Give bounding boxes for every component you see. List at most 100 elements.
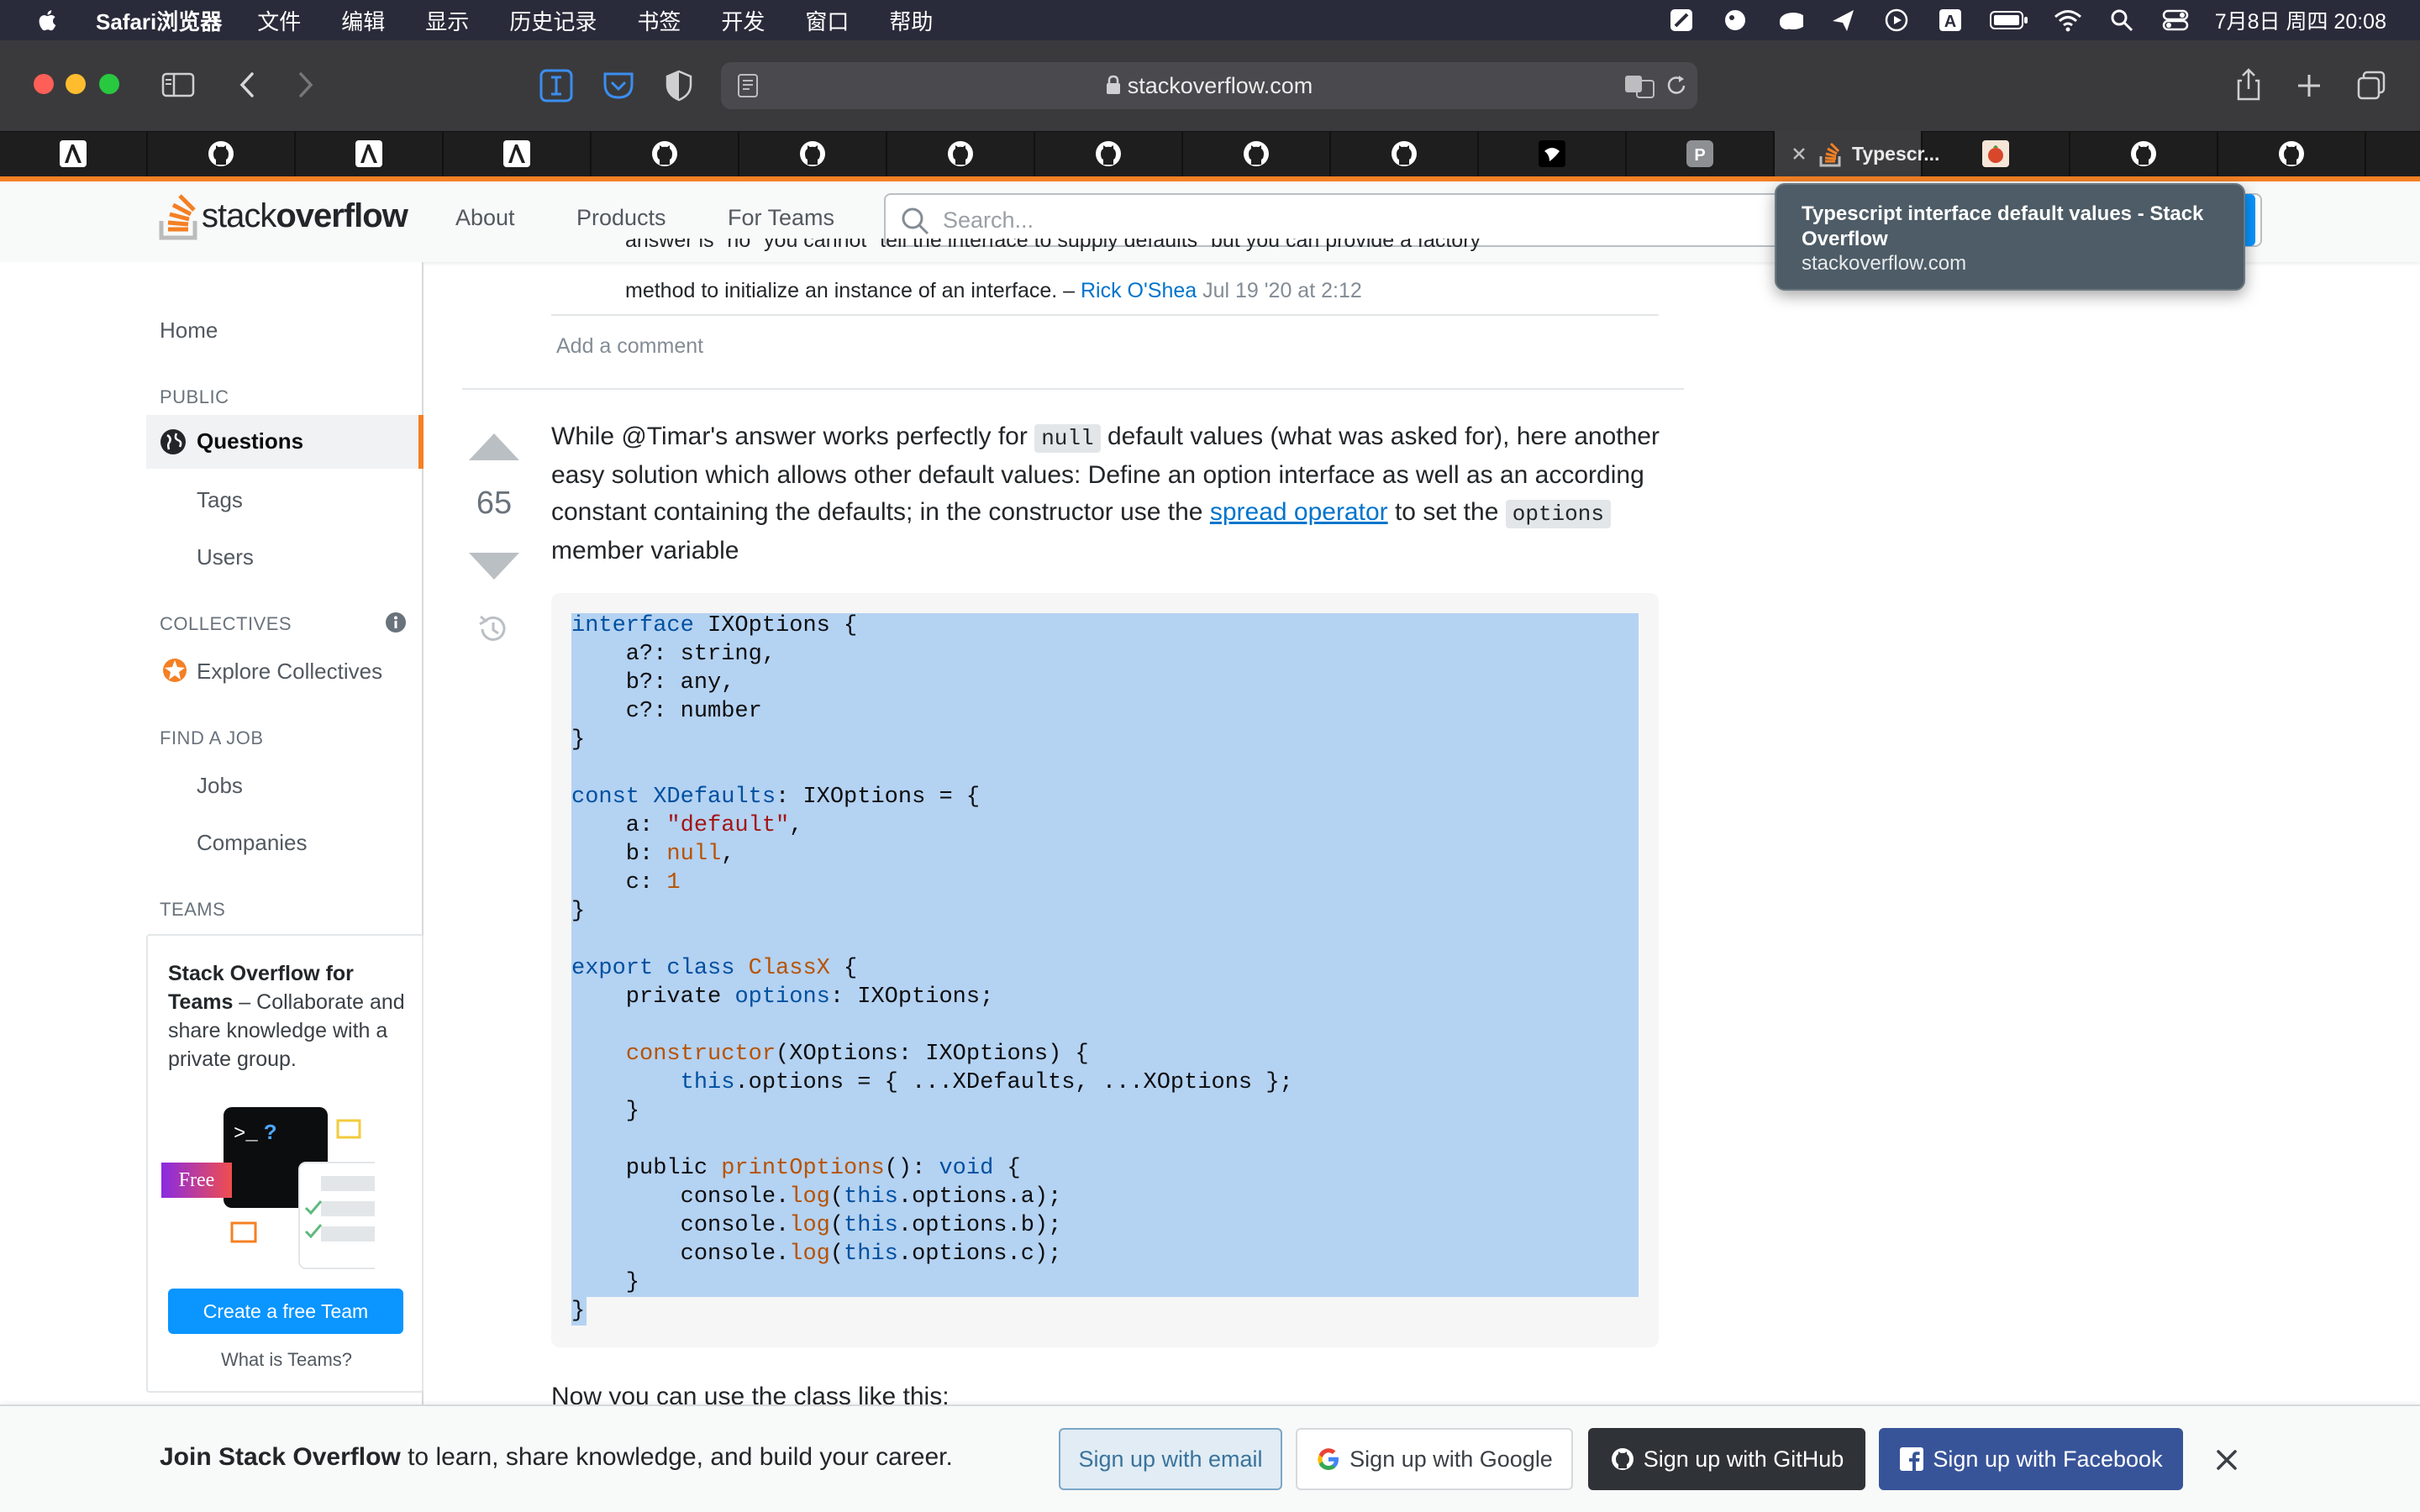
- script-status-icon[interactable]: [1667, 8, 1696, 33]
- back-icon[interactable]: [227, 65, 267, 105]
- reload-icon[interactable]: [1665, 74, 1689, 102]
- github-favicon: [1242, 139, 1270, 168]
- menu-clock[interactable]: 7月8日 周四 20:08: [2215, 5, 2386, 35]
- collectives-icon: [160, 655, 190, 690]
- browser-tab[interactable]: [2218, 131, 2366, 176]
- spotlight-search-icon[interactable]: [2107, 8, 2136, 33]
- info-icon[interactable]: [385, 612, 407, 638]
- input-method-icon[interactable]: A: [1936, 8, 1965, 33]
- tab-close-icon[interactable]: [1791, 146, 1807, 161]
- signup-github-label: Sign up with GitHub: [1643, 1446, 1844, 1472]
- menu-view[interactable]: 显示: [425, 5, 469, 36]
- browser-tab[interactable]: [296, 131, 444, 176]
- send-status-icon[interactable]: [1828, 8, 1857, 33]
- downvote-button[interactable]: [469, 553, 519, 580]
- sidebar-item-tags[interactable]: Tags: [197, 487, 243, 513]
- url-text[interactable]: stackoverflow.com: [1128, 73, 1313, 98]
- sidebar-item-users[interactable]: Users: [197, 544, 254, 570]
- translate-icon[interactable]: [1623, 72, 1657, 103]
- spread-operator-link[interactable]: spread operator: [1210, 498, 1388, 526]
- play-status-icon[interactable]: [1882, 8, 1911, 33]
- pocket-extension-icon[interactable]: [598, 66, 639, 106]
- menu-app-name[interactable]: Safari浏览器: [96, 5, 222, 36]
- menu-history[interactable]: 历史记录: [509, 5, 597, 36]
- github-favicon: [650, 139, 679, 168]
- privacy-shield-icon[interactable]: [659, 66, 699, 106]
- menu-develop[interactable]: 开发: [721, 5, 765, 36]
- new-tab-icon[interactable]: [2289, 66, 2329, 106]
- browser-tab[interactable]: [0, 131, 148, 176]
- wifi-icon[interactable]: [2054, 8, 2082, 33]
- evernote-status-icon[interactable]: [1721, 8, 1749, 33]
- history-icon[interactable]: [476, 612, 511, 651]
- browser-tab[interactable]: [1923, 131, 2070, 176]
- code-text[interactable]: interface IXOptions { a?: string, b?: an…: [571, 612, 1293, 1326]
- nav-for-teams[interactable]: For Teams: [728, 205, 834, 231]
- answer-text-part-4: member variable: [551, 537, 739, 564]
- close-window-button[interactable]: [34, 74, 54, 94]
- signup-facebook-button[interactable]: Sign up with Facebook: [1879, 1428, 2183, 1490]
- menu-file[interactable]: 文件: [257, 5, 301, 36]
- browser-tab[interactable]: [887, 131, 1035, 176]
- forward-icon[interactable]: [286, 65, 326, 105]
- linux-tab-favicon: [502, 139, 531, 168]
- tab-overview-icon[interactable]: [2351, 66, 2391, 106]
- sidebar-item-home[interactable]: Home: [160, 318, 218, 344]
- browser-tab[interactable]: [444, 131, 592, 176]
- browser-tab[interactable]: [1479, 131, 1627, 176]
- browser-tab[interactable]: [739, 131, 887, 176]
- address-bar[interactable]: stackoverflow.com: [721, 62, 1697, 109]
- browser-tab[interactable]: [592, 131, 739, 176]
- answer-divider: [462, 388, 1684, 390]
- control-center-icon[interactable]: [2161, 8, 2190, 33]
- cloud-status-icon[interactable]: [1775, 8, 1803, 33]
- browser-tab[interactable]: P: [1627, 131, 1775, 176]
- menu-edit[interactable]: 编辑: [341, 5, 385, 36]
- signup-email-label: Sign up with email: [1078, 1446, 1263, 1472]
- reader-extension-icon[interactable]: [536, 66, 576, 106]
- inline-code-null: null: [1034, 424, 1101, 453]
- nav-products[interactable]: Products: [576, 205, 666, 231]
- menu-window[interactable]: 窗口: [805, 5, 849, 36]
- zoom-window-button[interactable]: [99, 74, 119, 94]
- lock-icon: [1106, 64, 1121, 111]
- create-free-team-button[interactable]: Create a free Team: [168, 1289, 403, 1334]
- share-icon[interactable]: [2228, 64, 2269, 104]
- upvote-button[interactable]: [469, 433, 519, 460]
- apple-menu-icon[interactable]: [35, 7, 59, 34]
- signup-github-button[interactable]: Sign up with GitHub: [1588, 1428, 1865, 1490]
- github-favicon: [1390, 139, 1418, 168]
- browser-tab[interactable]: [2070, 131, 2218, 176]
- stackoverflow-logo[interactable]: stackoverflow: [158, 186, 408, 245]
- comment-divider: [551, 314, 1659, 316]
- tomato-favicon: [1981, 139, 2010, 168]
- sidebar-item-jobs[interactable]: Jobs: [197, 773, 243, 799]
- answer-text-part-3: to set the: [1387, 498, 1506, 526]
- menu-bookmarks[interactable]: 书签: [637, 5, 681, 36]
- signup-email-button[interactable]: Sign up with email: [1059, 1428, 1282, 1490]
- what-is-teams-link[interactable]: What is Teams?: [148, 1349, 425, 1371]
- browser-tab[interactable]: [148, 131, 296, 176]
- signup-google-button[interactable]: Sign up with Google: [1296, 1428, 1573, 1490]
- menu-help[interactable]: 帮助: [889, 5, 933, 36]
- github-favicon: [207, 139, 235, 168]
- sidebar-toggle-icon[interactable]: [158, 65, 198, 105]
- svg-text:>_: >_: [234, 1123, 258, 1146]
- browser-tab[interactable]: [1183, 131, 1331, 176]
- comment-author-link[interactable]: Rick O'Shea: [1081, 279, 1197, 302]
- globe-icon: [160, 428, 187, 459]
- sidebar-item-companies[interactable]: Companies: [197, 830, 308, 856]
- nav-about[interactable]: About: [455, 205, 515, 231]
- add-comment-link[interactable]: Add a comment: [556, 334, 703, 359]
- sidebar-item-questions[interactable]: Questions: [146, 415, 424, 469]
- browser-tab[interactable]: [1331, 131, 1479, 176]
- github-favicon: [798, 139, 827, 168]
- minimize-window-button[interactable]: [66, 74, 86, 94]
- google-icon: [1316, 1446, 1341, 1472]
- battery-icon[interactable]: [1989, 8, 2028, 33]
- close-banner-icon[interactable]: [2210, 1443, 2244, 1477]
- browser-tab-active[interactable]: Typescr...: [1775, 131, 1939, 176]
- comment-date[interactable]: Jul 19 '20 at 2:12: [1202, 279, 1362, 302]
- browser-tab[interactable]: [1035, 131, 1183, 176]
- sidebar-item-explore-collectives[interactable]: Explore Collectives: [197, 659, 382, 685]
